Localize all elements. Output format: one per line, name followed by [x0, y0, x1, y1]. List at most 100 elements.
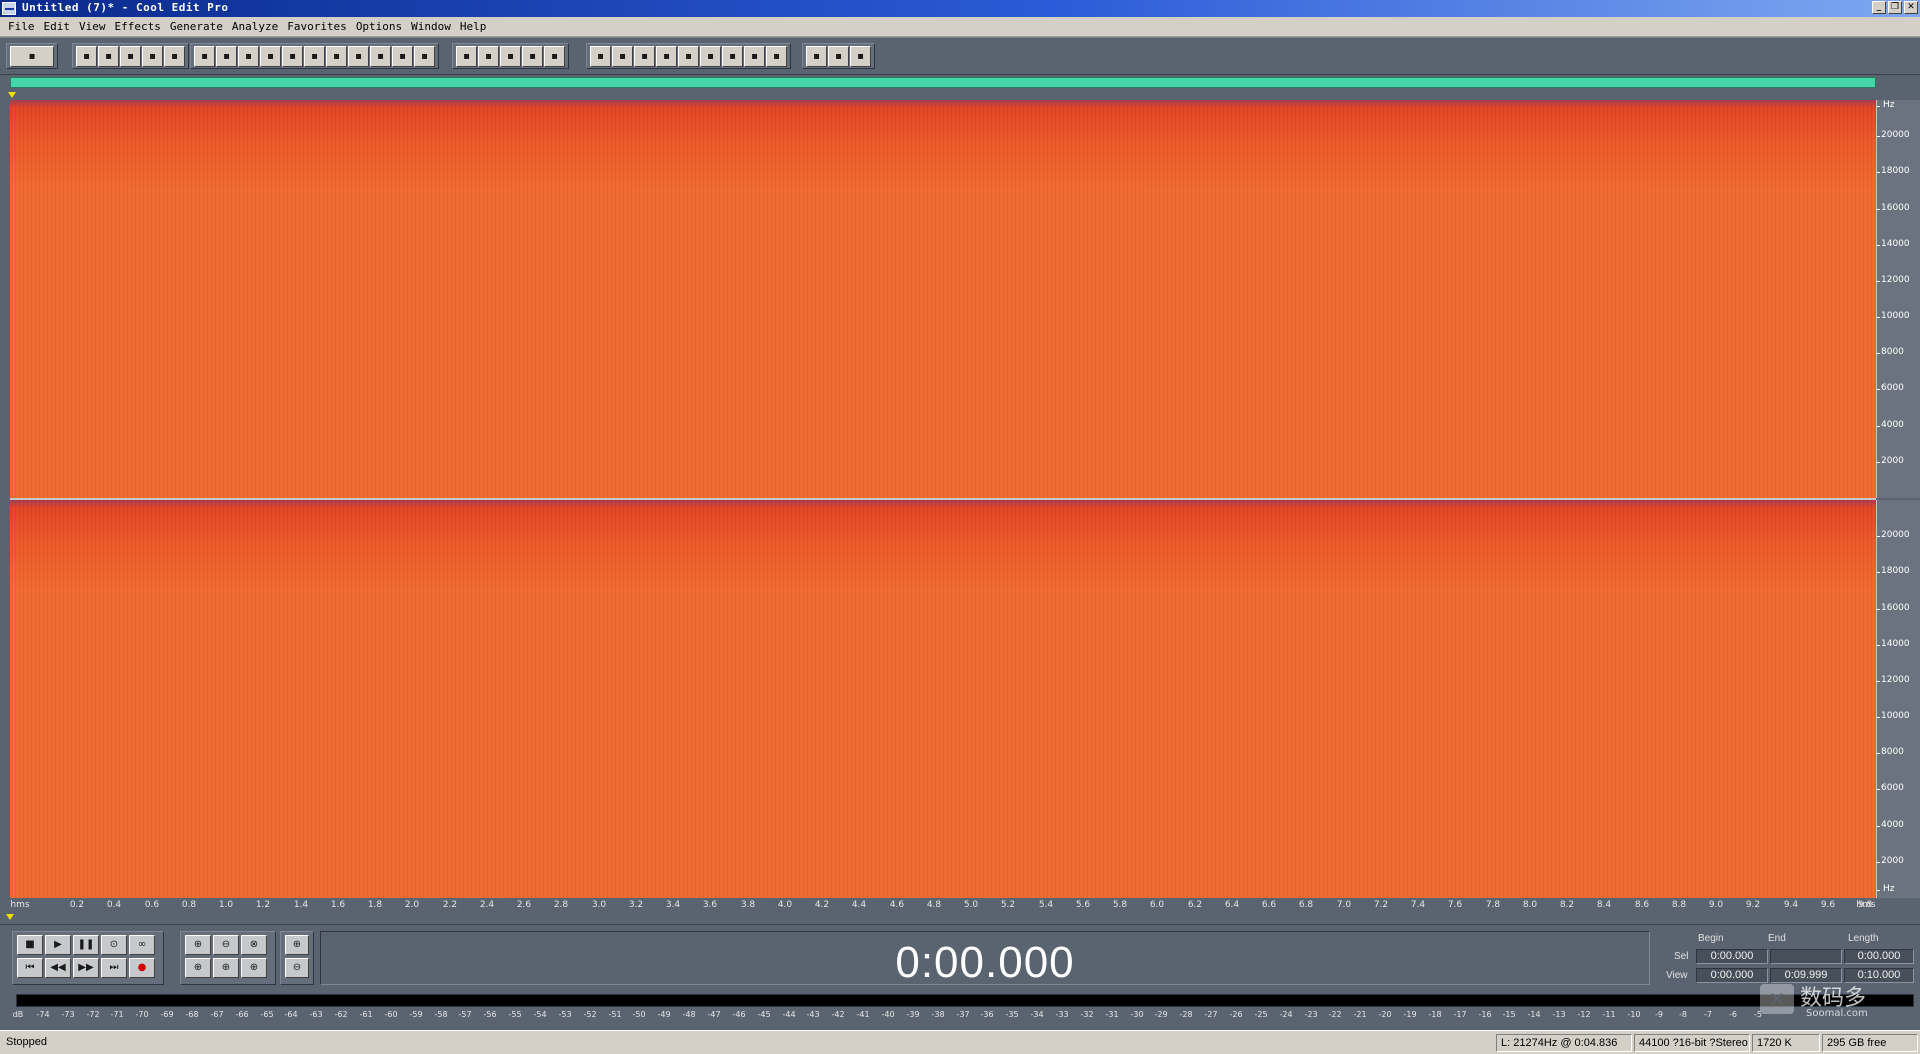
- edit-left-button[interactable]: ▪: [500, 46, 521, 67]
- new-file-button[interactable]: ▪: [76, 46, 97, 67]
- play-to-end-button[interactable]: ⊙: [101, 935, 127, 955]
- zoom-to-left-button[interactable]: ⊕: [185, 958, 211, 978]
- record-button[interactable]: ●: [129, 958, 155, 978]
- stop-button[interactable]: ■: [17, 935, 43, 955]
- menu-window[interactable]: Window: [407, 20, 455, 33]
- meter-tick-label: -68: [185, 1010, 199, 1019]
- zoom-to-right-button[interactable]: ⊕: [213, 958, 239, 978]
- meter-tick-label: -62: [334, 1010, 348, 1019]
- menu-favorites[interactable]: Favorites: [283, 20, 351, 33]
- minimize-button[interactable]: _: [1872, 1, 1886, 14]
- restore-button[interactable]: ❐: [1888, 1, 1902, 14]
- time-tick-label: 6.0: [1149, 900, 1165, 910]
- begin-header: Begin: [1698, 933, 1724, 944]
- zoom-out-horizontal-button[interactable]: ⊖: [213, 935, 239, 955]
- save-all-button[interactable]: ▪: [142, 46, 163, 67]
- cue-button[interactable]: ▪: [414, 46, 435, 67]
- time-display: 0:00.000: [320, 931, 1650, 987]
- help-button[interactable]: ▪: [850, 46, 871, 67]
- save-button[interactable]: ▪: [120, 46, 141, 67]
- mix-paste-button[interactable]: ▪: [370, 46, 391, 67]
- settings-button[interactable]: ▪: [806, 46, 827, 67]
- go-to-end-button[interactable]: ⏭: [101, 958, 127, 978]
- meter-tick-label: -20: [1378, 1010, 1392, 1019]
- edit-both-button[interactable]: ▪: [522, 46, 543, 67]
- sample-format-readout[interactable]: 44100 ?16-bit ?Stereo: [1634, 1034, 1750, 1052]
- playback-state: Stopped: [6, 1036, 47, 1048]
- cut-button[interactable]: ▪: [304, 46, 325, 67]
- meter-tick-label: -71: [110, 1010, 124, 1019]
- time-tick-label: 7.2: [1373, 900, 1389, 910]
- play-position-marker[interactable]: [6, 914, 14, 920]
- sel-begin-field[interactable]: 0:00.000: [1696, 949, 1768, 964]
- spectral-view-button[interactable]: ▪: [478, 46, 499, 67]
- hz-tick-label: 16000: [1877, 203, 1910, 213]
- paste-button[interactable]: ▪: [326, 46, 347, 67]
- overview-bar[interactable]: [10, 77, 1876, 88]
- menu-help[interactable]: Help: [456, 20, 491, 33]
- frequency-ruler-right[interactable]: Hz 20000 18000 16000 14000 12000 10000 8000 6000…: [1876, 500, 1920, 898]
- play-button[interactable]: ▶: [45, 935, 71, 955]
- cut-icon: ▪: [311, 51, 318, 62]
- zoom-out-vertical-button[interactable]: ⊖: [285, 958, 309, 978]
- hz-tick-label: 20000: [1877, 130, 1910, 140]
- trim-button[interactable]: ▪: [392, 46, 413, 67]
- app-icon[interactable]: [2, 2, 16, 15]
- sample-format-button[interactable]: ▪: [744, 46, 765, 67]
- start-marker[interactable]: [8, 92, 16, 98]
- menu-view[interactable]: View: [75, 20, 110, 33]
- open-file-button[interactable]: ▪: [98, 46, 119, 67]
- edit-right-button[interactable]: ▪: [544, 46, 565, 67]
- statistics-button[interactable]: ▪: [722, 46, 743, 67]
- edit-both-icon: ▪: [529, 51, 536, 62]
- copy-new-button[interactable]: ▪: [260, 46, 281, 67]
- zoom-out-full-button[interactable]: ⊗: [241, 935, 267, 955]
- view-begin-field[interactable]: 0:00.000: [1696, 968, 1768, 983]
- redo-button[interactable]: ▪: [216, 46, 237, 67]
- pause-button[interactable]: ❚❚: [73, 935, 99, 955]
- menu-analyze[interactable]: Analyze: [228, 20, 282, 33]
- menu-effects[interactable]: Effects: [111, 20, 165, 33]
- sel-length-field[interactable]: 0:00.000: [1844, 949, 1914, 964]
- hz-tick-label: 6000: [1877, 783, 1904, 793]
- zoom-in-vertical-button[interactable]: ⊕: [285, 935, 309, 955]
- fast-forward-button[interactable]: ▶▶: [73, 958, 99, 978]
- script-button[interactable]: ▪: [828, 46, 849, 67]
- close-file-button[interactable]: ▪: [164, 46, 185, 67]
- waveform-view-button[interactable]: ▪: [456, 46, 477, 67]
- close-button[interactable]: ✕: [1904, 1, 1918, 14]
- menu-options[interactable]: Options: [352, 20, 406, 33]
- repeat-last-button[interactable]: ▪: [238, 46, 259, 67]
- snap-button[interactable]: ▪: [634, 46, 655, 67]
- frequency-analysis-button[interactable]: ▪: [700, 46, 721, 67]
- rewind-button[interactable]: ◀◀: [45, 958, 71, 978]
- undo-button[interactable]: ▪: [194, 46, 215, 67]
- go-to-start-button[interactable]: ⏮: [17, 958, 43, 978]
- sel-end-field[interactable]: [1770, 949, 1842, 964]
- spectral-view-right-channel[interactable]: [10, 500, 1876, 898]
- spectral-view-left-channel[interactable]: [10, 100, 1876, 498]
- meter-tick-label: -12: [1577, 1010, 1591, 1019]
- frequency-ruler-left[interactable]: Hz 20000 18000 16000 14000 12000 10000 8000 6000…: [1876, 100, 1920, 498]
- zoom-selection-button[interactable]: ⊕: [241, 958, 267, 978]
- multitrack-toggle-button[interactable]: ▪: [10, 46, 54, 67]
- loop-button[interactable]: ∞: [129, 935, 155, 955]
- window-title: Untitled (7)* - Cool Edit Pro: [22, 1, 229, 14]
- blank-button[interactable]: ▪: [766, 46, 787, 67]
- meter-tick-label: -39: [906, 1010, 920, 1019]
- meter-tick-label: -29: [1154, 1010, 1168, 1019]
- paste-new-button[interactable]: ▪: [348, 46, 369, 67]
- go-to-start-icon: ⏮: [25, 962, 35, 973]
- info-button[interactable]: ▪: [590, 46, 611, 67]
- menu-file[interactable]: File: [4, 20, 39, 33]
- cool-edit-pro-window: Untitled (7)* - Cool Edit Pro _ ❐ ✕ File…: [0, 0, 1920, 1054]
- time-ruler[interactable]: hms 0.2 0.4 0.6 0.8 1.0 1.2 1.4 1.6 1.8 2.0 2.2 2.4 2…: [10, 898, 1876, 914]
- menu-edit[interactable]: Edit: [40, 20, 75, 33]
- mark-button[interactable]: ▪: [612, 46, 633, 67]
- toolbar-group-5: ▪ ▪ ▪ ▪ ▪ ▪ ▪ ▪ ▪: [586, 43, 791, 69]
- menu-generate[interactable]: Generate: [166, 20, 227, 33]
- zoom-tool-button[interactable]: ▪: [678, 46, 699, 67]
- play-cue-button[interactable]: ▪: [656, 46, 677, 67]
- zoom-in-horizontal-button[interactable]: ⊕: [185, 935, 211, 955]
- copy-button[interactable]: ▪: [282, 46, 303, 67]
